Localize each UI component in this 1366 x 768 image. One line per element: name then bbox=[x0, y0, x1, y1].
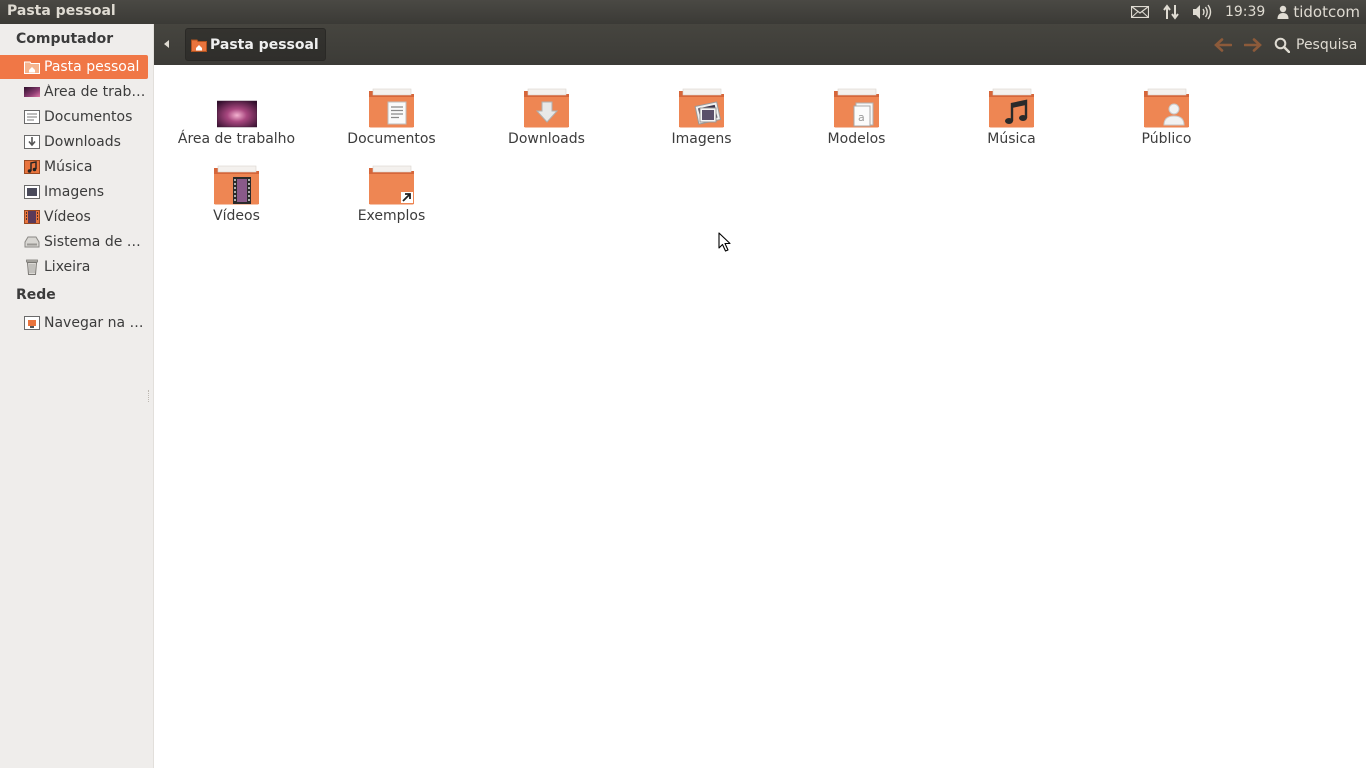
public-folder-icon bbox=[1143, 80, 1191, 128]
sidebar-item-label: Imagens bbox=[44, 184, 105, 200]
breadcrumb-scroll-left-icon[interactable] bbox=[164, 40, 169, 48]
templates-folder-icon: a bbox=[833, 80, 881, 128]
pictures-folder-icon bbox=[678, 80, 726, 128]
sidebar-item-label: Documentos bbox=[44, 109, 133, 125]
file-item-label: Música bbox=[987, 131, 1036, 147]
sidebar-header-computer: Computador bbox=[16, 31, 114, 47]
file-item-videos[interactable]: Vídeos bbox=[159, 157, 314, 229]
file-item-label: Vídeos bbox=[213, 208, 260, 224]
sidebar-item-filesystem[interactable]: Sistema de arquivos bbox=[0, 230, 148, 254]
file-item-label: Documentos bbox=[347, 131, 436, 147]
file-item-public[interactable]: Público bbox=[1089, 80, 1244, 152]
trash-icon bbox=[24, 259, 40, 275]
videos-folder-icon bbox=[213, 157, 261, 205]
sidebar-header-network: Rede bbox=[16, 287, 56, 303]
desktop-icon bbox=[213, 80, 261, 128]
pictures-folder-icon bbox=[24, 184, 40, 200]
filesystem-icon bbox=[24, 234, 40, 250]
sidebar-item-network[interactable]: Navegar na rede bbox=[0, 311, 148, 335]
file-item-label: Público bbox=[1141, 131, 1192, 147]
documents-folder-icon bbox=[368, 80, 416, 128]
sidebar-item-label: Lixeira bbox=[44, 259, 91, 275]
sidebar-item-label: Área de trabalho bbox=[44, 84, 148, 100]
file-item-label: Área de trabalho bbox=[177, 131, 296, 147]
file-item-label: Modelos bbox=[827, 131, 886, 147]
desktop-icon bbox=[24, 84, 40, 100]
user-menu[interactable]: tidotcom bbox=[1277, 0, 1360, 24]
svg-text:a: a bbox=[858, 111, 865, 124]
file-item-label: Imagens bbox=[671, 131, 732, 147]
music-folder-icon bbox=[988, 80, 1036, 128]
search-icon bbox=[1274, 37, 1290, 53]
breadcrumb-label: Pasta pessoal bbox=[210, 36, 319, 53]
clock[interactable]: 19:39 bbox=[1225, 0, 1265, 24]
file-item-documents[interactable]: Documentos bbox=[314, 80, 469, 152]
file-item-templates[interactable]: a Modelos bbox=[779, 80, 934, 152]
home-folder-icon bbox=[24, 59, 40, 75]
sidebar-item-label: Downloads bbox=[44, 134, 121, 150]
mail-icon[interactable] bbox=[1129, 0, 1151, 24]
documents-folder-icon bbox=[24, 109, 40, 125]
file-item-music[interactable]: Música bbox=[934, 80, 1089, 152]
window-title: Pasta pessoal bbox=[7, 3, 116, 19]
network-folder-icon bbox=[24, 315, 40, 331]
music-folder-icon bbox=[24, 159, 40, 175]
file-item-label: Exemplos bbox=[357, 208, 426, 224]
sidebar-item-trash[interactable]: Lixeira bbox=[0, 255, 148, 279]
file-item-desktop[interactable]: Área de trabalho bbox=[159, 80, 314, 152]
file-item-pictures[interactable]: Imagens bbox=[624, 80, 779, 152]
sidebar: Computador Pasta pessoal Área de trabalh… bbox=[0, 24, 154, 768]
sidebar-item-label: Vídeos bbox=[44, 209, 91, 225]
sidebar-item-pictures[interactable]: Imagens bbox=[0, 180, 148, 204]
examples-link-folder-icon bbox=[368, 157, 416, 205]
sidebar-item-videos[interactable]: Vídeos bbox=[0, 205, 148, 229]
search-label: Pesquisa bbox=[1296, 37, 1358, 53]
home-folder-icon bbox=[191, 38, 207, 52]
user-name: tidotcom bbox=[1293, 3, 1360, 21]
breadcrumb-home[interactable]: Pasta pessoal bbox=[185, 28, 326, 61]
network-icon[interactable] bbox=[1161, 0, 1181, 24]
sidebar-item-documents[interactable]: Documentos bbox=[0, 105, 148, 129]
file-item-label: Downloads bbox=[508, 131, 585, 147]
file-item-examples[interactable]: Exemplos bbox=[314, 157, 469, 229]
file-item-downloads[interactable]: Downloads bbox=[469, 80, 624, 152]
sidebar-item-music[interactable]: Música bbox=[0, 155, 148, 179]
back-button[interactable] bbox=[1212, 34, 1234, 56]
mouse-pointer-icon bbox=[718, 232, 732, 256]
videos-folder-icon bbox=[24, 209, 40, 225]
sidebar-item-label: Pasta pessoal bbox=[44, 59, 140, 75]
sidebar-item-label: Navegar na rede bbox=[44, 315, 148, 331]
search-button[interactable]: Pesquisa bbox=[1274, 32, 1357, 58]
sidebar-item-label: Sistema de arquivos bbox=[44, 234, 148, 250]
sidebar-item-home[interactable]: Pasta pessoal bbox=[0, 55, 148, 79]
sidebar-item-desktop[interactable]: Área de trabalho bbox=[0, 80, 148, 104]
user-icon bbox=[1277, 5, 1289, 19]
arrow-left-icon bbox=[1214, 38, 1232, 52]
forward-button[interactable] bbox=[1242, 34, 1264, 56]
downloads-folder-icon bbox=[24, 134, 40, 150]
file-view[interactable]: Área de trabalho Documentos Downloads Im… bbox=[155, 65, 1366, 768]
downloads-folder-icon bbox=[523, 80, 571, 128]
sidebar-resize-handle[interactable] bbox=[148, 390, 151, 402]
volume-icon[interactable] bbox=[1191, 0, 1213, 24]
arrow-right-icon bbox=[1244, 38, 1262, 52]
sidebar-item-downloads[interactable]: Downloads bbox=[0, 130, 148, 154]
indicator-area: 19:39 tidotcom bbox=[1129, 0, 1360, 24]
toolbar: Pasta pessoal Pesquisa bbox=[154, 24, 1366, 65]
sidebar-item-label: Música bbox=[44, 159, 93, 175]
top-panel: Pasta pessoal 19:39 tidotcom bbox=[0, 0, 1366, 24]
